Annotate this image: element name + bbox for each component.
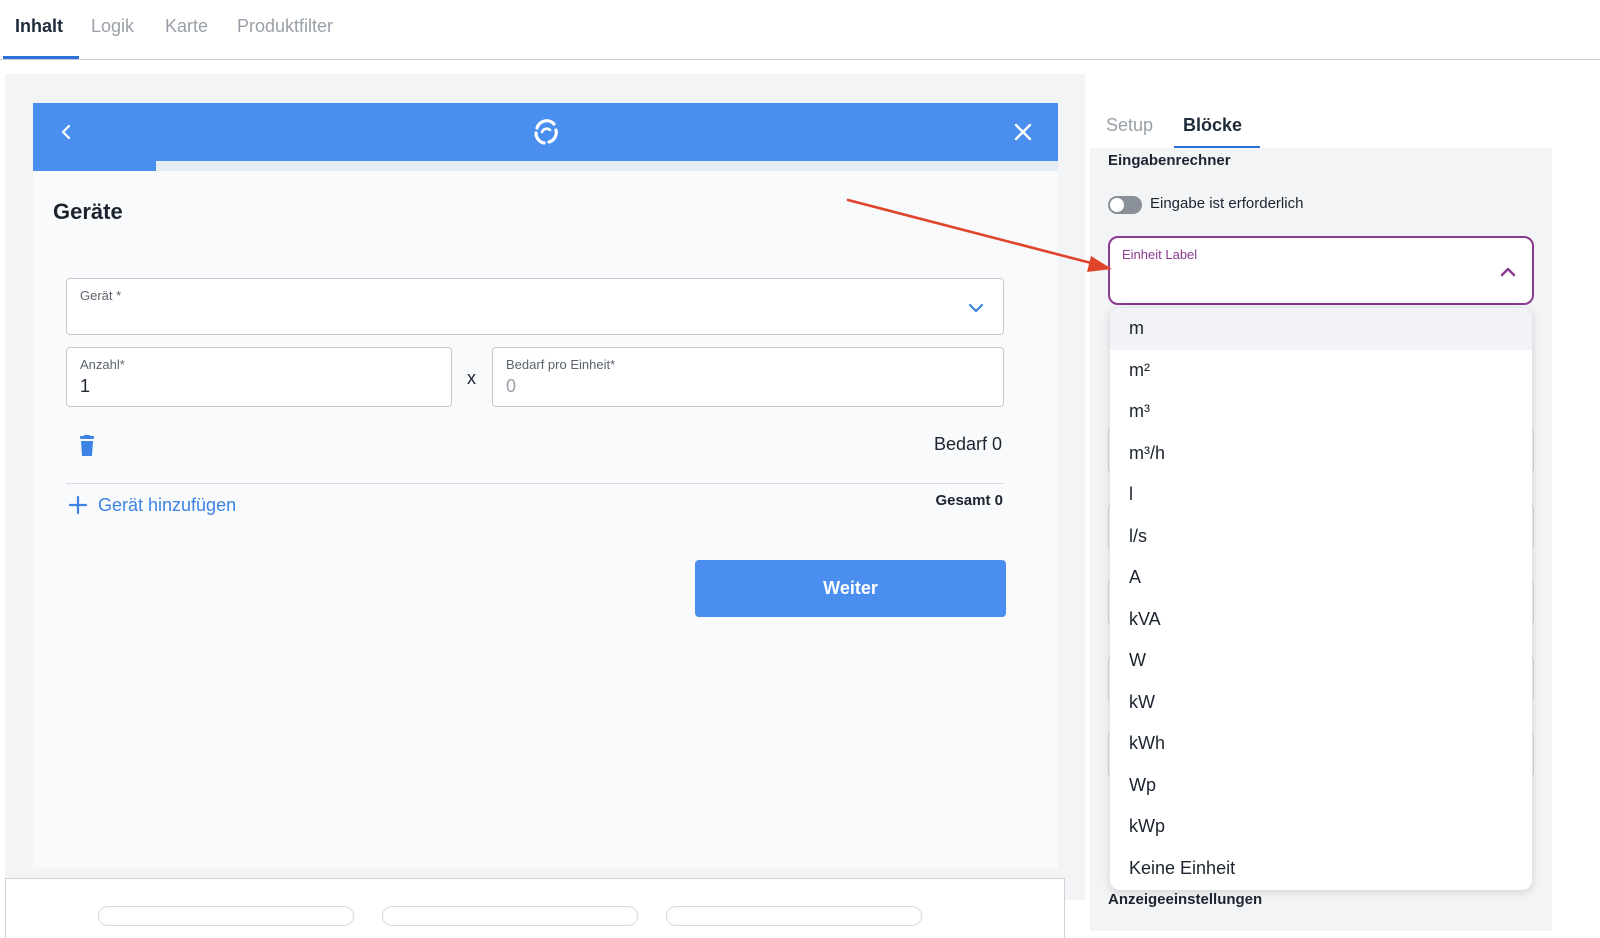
chevron-up-icon[interactable] bbox=[1498, 262, 1518, 282]
unit-option[interactable]: l bbox=[1110, 474, 1532, 516]
tab-inhalt[interactable]: Inhalt bbox=[15, 16, 63, 37]
unit-option[interactable]: m³ bbox=[1110, 391, 1532, 433]
add-device-label: Gerät hinzufügen bbox=[98, 494, 237, 515]
widget-header bbox=[33, 103, 1058, 161]
chevron-down-icon[interactable] bbox=[967, 301, 985, 315]
gesamt-total: Gesamt 0 bbox=[935, 492, 1003, 509]
unit-option[interactable]: m bbox=[1110, 308, 1532, 350]
bedarf-placeholder: 0 bbox=[506, 376, 517, 396]
unit-option[interactable]: kWp bbox=[1110, 806, 1532, 848]
tab-bloecke[interactable]: Blöcke bbox=[1183, 115, 1242, 136]
required-toggle[interactable] bbox=[1108, 196, 1142, 214]
bottom-toolbar bbox=[5, 878, 1065, 938]
plus-icon bbox=[68, 495, 88, 515]
active-tab-indicator bbox=[3, 56, 79, 59]
geraet-label: Gerät * bbox=[80, 288, 122, 303]
toggle-knob bbox=[1110, 198, 1124, 212]
unit-option[interactable]: kWh bbox=[1110, 723, 1532, 765]
calculator-widget: Geräte Gerät * Anzahl* 1 x Bedarf pro Ei… bbox=[33, 103, 1058, 868]
unit-option[interactable]: Keine Einheit bbox=[1110, 848, 1532, 890]
top-tab-bar: Inhalt Logik Karte Produktfilter bbox=[0, 0, 1600, 60]
bottom-pill[interactable] bbox=[666, 906, 922, 926]
progress-bar bbox=[33, 161, 1058, 171]
page-title: Geräte bbox=[53, 199, 123, 224]
unit-label-caption: Einheit Label bbox=[1122, 247, 1198, 262]
divider bbox=[66, 483, 1003, 484]
swirl-logo-icon bbox=[534, 119, 558, 145]
unit-option[interactable]: kVA bbox=[1110, 599, 1532, 641]
unit-option[interactable]: m² bbox=[1110, 350, 1532, 392]
section-title: Eingabenrechner bbox=[1108, 152, 1231, 169]
anzahl-label: Anzahl* bbox=[80, 357, 125, 372]
display-settings-title: Anzeigeeinstellungen bbox=[1108, 891, 1263, 908]
add-device-button[interactable]: Gerät hinzufügen bbox=[68, 491, 236, 519]
geraet-select[interactable]: Gerät * bbox=[66, 278, 1004, 335]
unit-label-select[interactable]: Einheit Label bbox=[1108, 236, 1534, 305]
anzahl-field[interactable]: Anzahl* 1 bbox=[66, 347, 452, 407]
trash-icon[interactable] bbox=[77, 435, 97, 457]
bedarf-pro-einheit-field[interactable]: Bedarf pro Einheit* 0 bbox=[492, 347, 1004, 407]
unit-option[interactable]: W bbox=[1110, 640, 1532, 682]
bedarf-total: Bedarf 0 bbox=[933, 434, 1002, 454]
chevron-left-icon[interactable] bbox=[53, 119, 79, 145]
progress-fill bbox=[33, 161, 156, 171]
unit-option[interactable]: A bbox=[1110, 557, 1532, 599]
sidebar-tab-bar: Setup Blöcke bbox=[1090, 110, 1560, 150]
tab-produktfilter[interactable]: Produktfilter bbox=[237, 16, 333, 37]
unit-option[interactable]: Wp bbox=[1110, 765, 1532, 807]
unit-option[interactable]: l/s bbox=[1110, 516, 1532, 558]
bottom-pill[interactable] bbox=[98, 906, 354, 926]
required-toggle-label: Eingabe ist erforderlich bbox=[1150, 195, 1304, 212]
unit-dropdown-menu: m m² m³ m³/h l l/s AkVA WkW kWh Wp kWp Keine Einhei… bbox=[1110, 308, 1532, 890]
tab-logik[interactable]: Logik bbox=[91, 16, 134, 37]
tab-karte[interactable]: Karte bbox=[165, 16, 208, 37]
anzahl-value: 1 bbox=[80, 376, 91, 396]
bottom-pill[interactable] bbox=[382, 906, 638, 926]
close-icon[interactable] bbox=[1011, 120, 1035, 144]
tab-setup[interactable]: Setup bbox=[1106, 115, 1153, 136]
unit-option[interactable]: m³/h bbox=[1110, 433, 1532, 475]
bedarf-pro-einheit-label: Bedarf pro Einheit* bbox=[506, 357, 616, 372]
unit-option[interactable]: kW bbox=[1110, 682, 1532, 724]
multiply-sign: x bbox=[467, 368, 476, 388]
weiter-button[interactable]: Weiter bbox=[695, 560, 1006, 617]
